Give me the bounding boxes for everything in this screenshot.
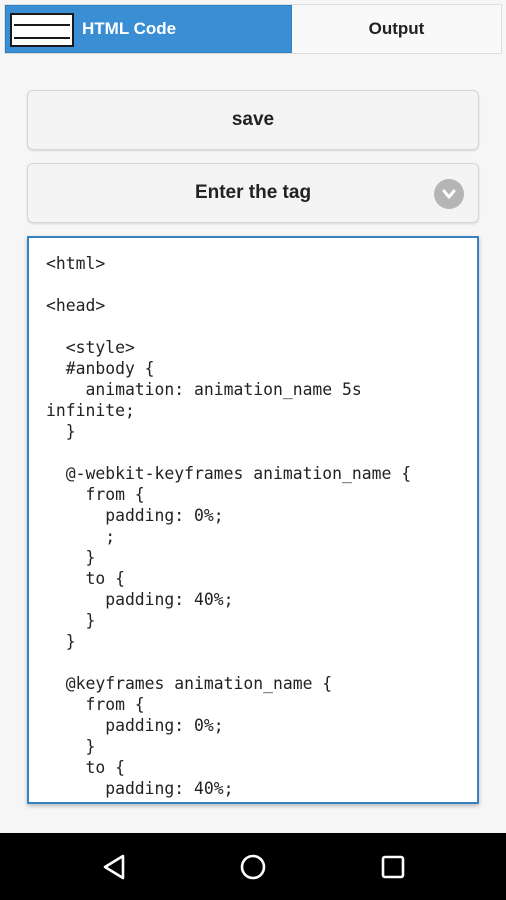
recents-icon[interactable] bbox=[375, 849, 411, 885]
chevron-down-icon bbox=[434, 179, 464, 209]
code-text[interactable]: <html> <head> <style> #anbody { animatio… bbox=[29, 238, 477, 799]
tab-output[interactable]: Output bbox=[292, 5, 501, 53]
app-screen: HTML Code Output save Enter the tag <htm… bbox=[0, 0, 506, 900]
code-editor-icon bbox=[10, 13, 74, 47]
tag-select[interactable]: Enter the tag bbox=[27, 163, 479, 223]
tab-html-code-label: HTML Code bbox=[82, 19, 177, 38]
code-editor[interactable]: <html> <head> <style> #anbody { animatio… bbox=[27, 236, 479, 804]
back-icon[interactable] bbox=[96, 849, 132, 885]
tab-html-code[interactable]: HTML Code bbox=[5, 5, 292, 53]
tab-output-label: Output bbox=[368, 19, 425, 38]
tab-bar: HTML Code Output bbox=[4, 4, 502, 54]
tag-select-label: Enter the tag bbox=[194, 182, 312, 203]
save-button-label: save bbox=[231, 109, 275, 130]
home-icon[interactable] bbox=[235, 849, 271, 885]
save-button[interactable]: save bbox=[27, 90, 479, 150]
system-nav-bar bbox=[0, 833, 506, 900]
